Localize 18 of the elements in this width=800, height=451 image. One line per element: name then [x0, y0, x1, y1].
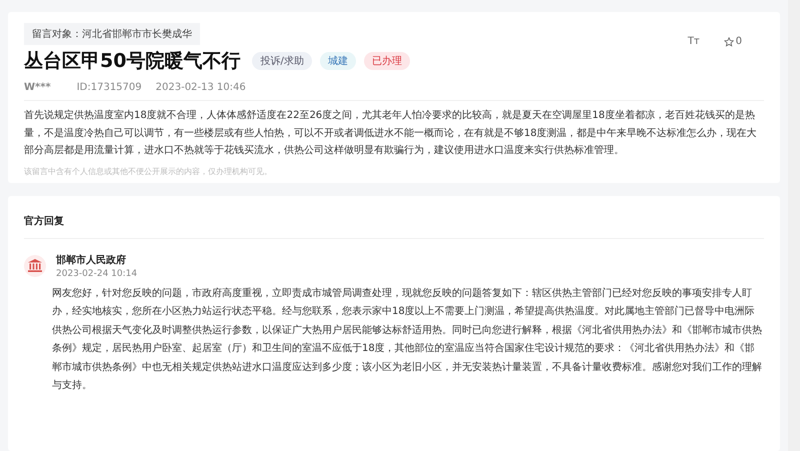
privacy-notice: 该留言中含有个人信息或其他不便公开展示的内容，仅办理机构可见。	[24, 166, 273, 176]
message-text: 首先说规定供热温度室内18度就不合理，人体体感舒适度在22至26度之间，尤其老年人怕冷要求的比较高，就是夏天在空调屋里18度坐着都凉，老百姓花钱买的是热量，不是温度冷热自己可以调节，有一些楼层或有些人怕热，可以不开或者调低进水不能一概而论，在有就是不够18度测温，都是中午来早晚不达标准怎么办，现在大部分高层都是用流量计算，进水口不热就等于花钱买流水，供热公司这样做明显有欺骗行为，建议使用进水口温度来实行供热标准管理。	[24, 108, 758, 158]
author-name: W***	[24, 82, 51, 93]
post-time: 2023-02-13 10:46	[156, 82, 246, 93]
category-tag: 城建	[320, 52, 356, 70]
font-size-button[interactable]: Tт	[688, 36, 700, 47]
category-tag: 投诉/求助	[252, 52, 312, 70]
post-title: 丛台区甲50号院暖气不行	[24, 49, 240, 74]
government-building-icon	[24, 254, 46, 276]
recipient-label: 留言对象：河北省邯郸市市长樊成华	[24, 23, 200, 45]
status-badge: 已办理	[364, 52, 410, 70]
reply-text: 网友您好，针对您反映的问题，市政府高度重视，立即责成市城管局调查处理，现就您反映的问题答复如下：辖区供热主管部门已经对您反映的事项安排专人盯办，经实地核实，您所在小区热力站运行状态平稳。经与您联系，您表示家中18度以上不需要上门测温，希望提高供热温度。对此属地主管部门已督导中电洲际供热公司根据天气变化及时调整供热运行参数，以保证广大热用户居民能够达标舒适用热。同时已向您进行解释，根据《河北省供用热办法》和《邯郸市城市供热条例》规定，居民热用户卧室、起居室（厅）和卫生间的室温不应低于18度，其他部位的室温应当符合国家住宅设计规范的要求：《河北省供用热办法》和《邯郸市城市供热条例》中也无相关规定供热站进水口温度应达到多少度；该小区为老旧小区，并无安装热计量装置，不具备计量收费标准。感谢您对我们工作的理解与支持。	[52, 286, 763, 393]
section-heading: 官方回复	[24, 214, 65, 228]
reply-time: 2023-02-24 10:14	[56, 268, 138, 278]
star-icon	[724, 36, 734, 46]
favorite-button[interactable]: 0	[724, 36, 742, 47]
message-id: ID:17315709	[76, 82, 142, 93]
organization-name: 邯郸市人民政府	[56, 253, 127, 266]
